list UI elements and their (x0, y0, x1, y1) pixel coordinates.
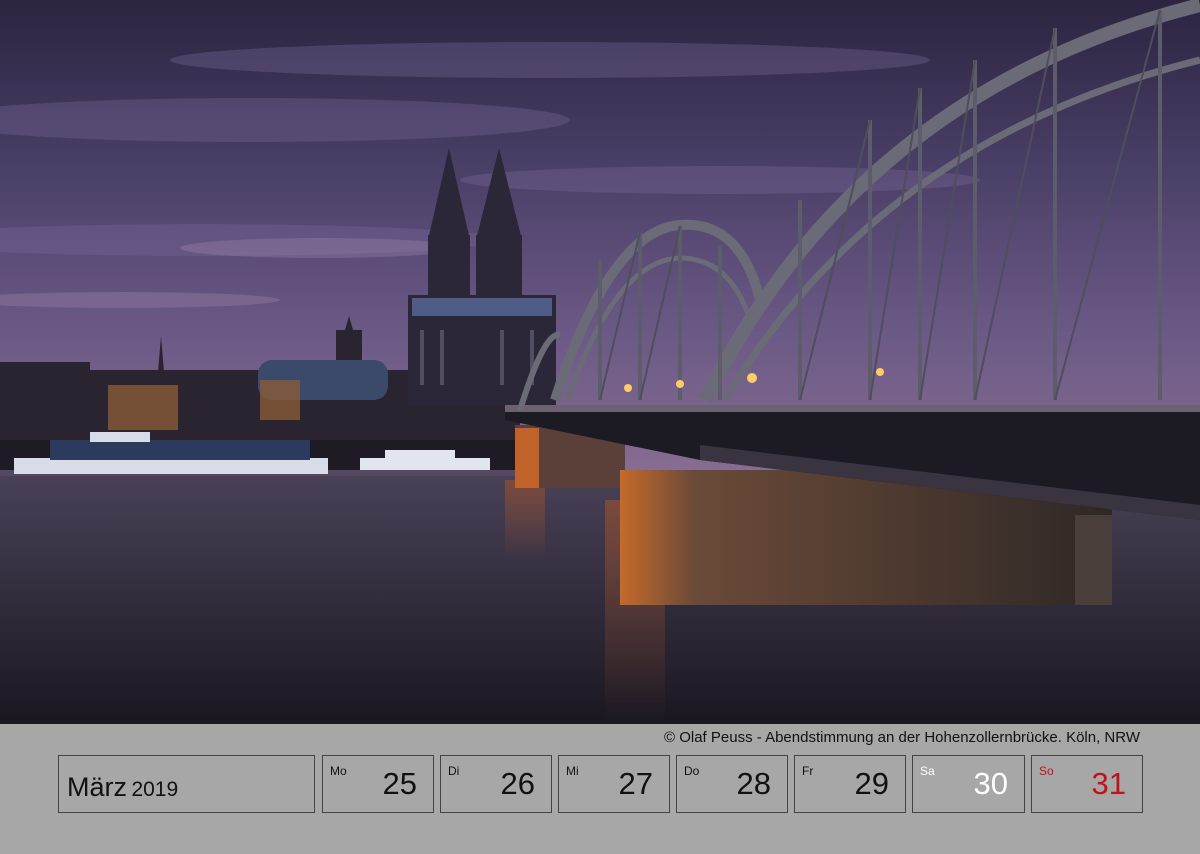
day-number: 25 (382, 766, 417, 801)
day-cell-tuesday: Di 26 (440, 755, 552, 813)
weekday-label: Mo (330, 764, 347, 778)
day-number: 27 (618, 766, 653, 801)
day-number: 30 (973, 766, 1008, 801)
day-number: 31 (1091, 766, 1126, 801)
day-cell-thursday: Do 28 (676, 755, 788, 813)
weekday-label: Sa (920, 764, 935, 778)
month-name: März (67, 772, 127, 802)
weekday-label: So (1039, 764, 1054, 778)
day-cell-monday: Mo 25 (322, 755, 434, 813)
calendar-page: © Olaf Peuss - Abendstimmung an der Hohe… (0, 0, 1200, 854)
day-cell-saturday: Sa 30 (912, 755, 1025, 813)
day-cell-sunday: So 31 (1031, 755, 1143, 813)
photo-caption: © Olaf Peuss - Abendstimmung an der Hohe… (663, 729, 1140, 746)
day-cell-wednesday: Mi 27 (558, 755, 670, 813)
day-number: 28 (736, 766, 771, 801)
weekday-label: Di (448, 764, 460, 778)
day-cell-friday: Fr 29 (794, 755, 906, 813)
photo-cologne-cathedral-hohenzollern-bridge (0, 0, 1200, 724)
month-label: März 2019 (67, 772, 178, 803)
weekday-label: Do (684, 764, 700, 778)
month-year: 2019 (131, 778, 179, 801)
weekday-label: Mi (566, 764, 579, 778)
weekday-label: Fr (802, 764, 814, 778)
month-box: März 2019 (58, 755, 315, 813)
day-number: 29 (854, 766, 889, 801)
calendar-strip: © Olaf Peuss - Abendstimmung an der Hohe… (0, 724, 1200, 854)
day-number: 26 (500, 766, 535, 801)
